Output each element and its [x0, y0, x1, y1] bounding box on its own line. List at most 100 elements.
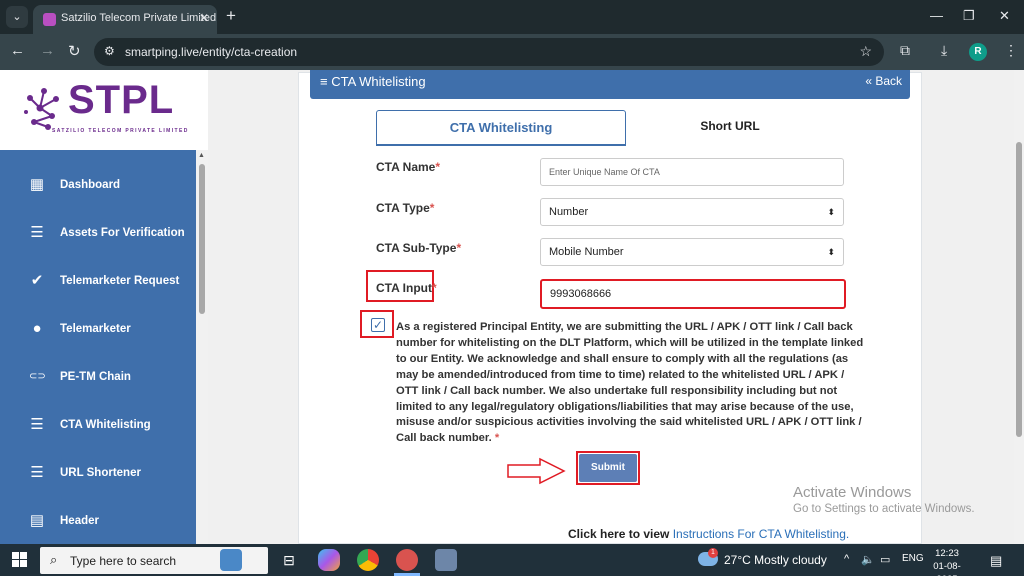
dashboard-icon: ▦	[29, 176, 45, 193]
sidebar-item-label: Telemarketer Request	[60, 275, 180, 287]
extensions-icon[interactable]: ⧉	[900, 42, 910, 59]
activate-windows-subtitle: Go to Settings to activate Windows.	[793, 503, 975, 515]
sidebar-item-cta-whitelisting[interactable]: ☰ CTA Whitelisting	[0, 402, 196, 450]
url-text[interactable]: smartping.live/entity/cta-creation	[125, 45, 297, 59]
tab-strip: CTA Whitelisting Short URL	[376, 110, 844, 146]
profile-avatar[interactable]: R	[969, 43, 987, 61]
clock[interactable]: 12:23 01-08-2025	[928, 547, 966, 576]
task-view-icon[interactable]: ⊟	[278, 549, 300, 571]
web-page: STPL SATZILIO TELECOM PRIVATE LIMITED ▦ …	[0, 70, 1024, 544]
site-info-icon[interactable]: ⚙	[104, 44, 115, 58]
cta-subtype-value: Mobile Number	[549, 246, 624, 258]
cta-input-label: CTA Input*	[376, 281, 437, 295]
weather-badge: 1	[708, 548, 718, 558]
select-arrows-icon: ⬍	[827, 247, 835, 257]
browser-tab[interactable]: Satzilio Telecom Private Limited ✕	[33, 5, 217, 34]
cta-name-input[interactable]: Enter Unique Name Of CTA	[540, 158, 844, 186]
sidebar-item-telemarketer-request[interactable]: ✔ Telemarketer Request	[0, 258, 196, 306]
cta-type-label: CTA Type*	[376, 201, 435, 215]
sidebar-item-pe-tm-chain[interactable]: ⊂⊃ PE-TM Chain	[0, 354, 196, 402]
back-button[interactable]: « Back	[865, 74, 902, 88]
search-placeholder: Type here to search	[70, 554, 177, 568]
language-indicator[interactable]: ENG	[902, 553, 924, 564]
sidebar: ▦ Dashboard ☰ Assets For Verification ✔ …	[0, 150, 196, 544]
tab-short-url[interactable]: Short URL	[626, 110, 834, 146]
clock-date: 01-08-2025	[933, 561, 961, 576]
logo[interactable]: STPL SATZILIO TELECOM PRIVATE LIMITED	[0, 70, 208, 150]
sidebar-item-label: PE-TM Chain	[60, 371, 131, 383]
cta-type-select[interactable]: Number ⬍	[540, 198, 844, 226]
sidebar-scroll-thumb[interactable]	[199, 164, 205, 314]
sidebar-item-header[interactable]: ▤ Header	[0, 498, 196, 544]
page-scroll-thumb[interactable]	[1016, 142, 1022, 437]
paint-icon[interactable]	[435, 549, 457, 571]
address-bar[interactable]: ⚙ smartping.live/entity/cta-creation ☆	[94, 38, 884, 66]
cta-input-field[interactable]: 9993068666	[540, 279, 846, 309]
tab-title: Satzilio Telecom Private Limited	[61, 12, 217, 24]
chrome-icon[interactable]	[357, 549, 379, 571]
scroll-up-icon[interactable]: ▲	[198, 152, 205, 159]
sidebar-item-telemarketer[interactable]: ● Telemarketer	[0, 306, 196, 354]
sidebar-item-url-shortener[interactable]: ☰ URL Shortener	[0, 450, 196, 498]
clock-time: 12:23	[935, 548, 959, 559]
bookmark-star-icon[interactable]: ☆	[859, 43, 872, 60]
card-header: ≡ CTA Whitelisting « Back	[310, 70, 910, 99]
chevron-up-icon[interactable]: ^	[844, 553, 849, 565]
page-scrollbar[interactable]	[1014, 70, 1024, 544]
close-window-button[interactable]: ✕	[999, 8, 1010, 24]
sidebar-item-label: Assets For Verification	[60, 227, 185, 239]
cta-subtype-select[interactable]: Mobile Number ⬍	[540, 238, 844, 266]
clipboard-check-icon: ✔	[30, 272, 44, 289]
card-header-title: ≡ CTA Whitelisting	[320, 74, 426, 89]
declaration-text: As a registered Principal Entity, we are…	[396, 321, 864, 445]
submit-button[interactable]: Submit	[579, 454, 637, 482]
declaration-checkbox[interactable]: ✓	[371, 318, 385, 332]
cta-subtype-label: CTA Sub-Type*	[376, 241, 462, 255]
new-tab-button[interactable]: +	[226, 6, 236, 26]
tab-close-icon[interactable]: ✕	[199, 11, 209, 25]
list-icon: ☰	[30, 464, 44, 481]
minimize-button[interactable]: —	[930, 8, 943, 23]
browser-tab-bar: ⌄ Satzilio Telecom Private Limited ✕ + —…	[0, 0, 1024, 34]
sidebar-item-dashboard[interactable]: ▦ Dashboard	[0, 162, 196, 210]
sidebar-item-label: Telemarketer	[60, 323, 131, 335]
sidebar-item-label: CTA Whitelisting	[60, 419, 151, 431]
back-arrow-icon[interactable]: ←	[10, 42, 25, 59]
maximize-button[interactable]: ❐	[963, 8, 975, 24]
forward-arrow-icon[interactable]: →	[40, 42, 55, 59]
browser-toolbar: ← → ↻ ⚙ smartping.live/entity/cta-creati…	[0, 34, 1024, 70]
download-icon[interactable]: ⤓	[941, 42, 947, 59]
copilot-icon[interactable]	[318, 549, 340, 571]
annotation-arrow-icon	[507, 457, 566, 485]
tab-search-button[interactable]: ⌄	[6, 6, 28, 28]
logo-subtitle: SATZILIO TELECOM PRIVATE LIMITED	[52, 128, 189, 134]
network-icon[interactable]: ▭	[880, 553, 890, 566]
windows-start-icon[interactable]	[12, 552, 27, 567]
browser-menu-icon[interactable]: ⋮	[1004, 42, 1018, 59]
weather-text[interactable]: 27°C Mostly cloudy	[724, 553, 827, 567]
logo-text: STPL	[68, 78, 175, 122]
sidebar-item-label: Header	[60, 515, 99, 527]
link-icon: ⊂⊃	[29, 371, 46, 382]
menu-icon: ≡	[320, 74, 328, 89]
instructions-line: Click here to view Instructions For CTA …	[568, 527, 850, 541]
cta-type-value: Number	[549, 206, 589, 218]
tab-cta-whitelisting[interactable]: CTA Whitelisting	[376, 110, 626, 146]
activate-windows-title: Activate Windows	[793, 484, 912, 501]
notification-icon[interactable]: ▤	[990, 553, 1002, 569]
logo-mark-icon	[24, 88, 59, 130]
list-icon: ☰	[30, 224, 44, 241]
user-icon: ●	[32, 320, 42, 337]
list-icon: ☰	[30, 416, 44, 433]
sidebar-item-assets-for-verification[interactable]: ☰ Assets For Verification	[0, 210, 196, 258]
speaker-icon[interactable]: 🔈	[861, 553, 875, 566]
select-arrows-icon: ⬍	[827, 207, 835, 217]
search-illustration-icon	[220, 549, 242, 571]
reload-icon[interactable]: ↻	[68, 42, 81, 60]
sidebar-scrollbar[interactable]: ▲	[196, 150, 208, 544]
instructions-link[interactable]: Instructions For CTA Whitelisting.	[673, 527, 850, 541]
windows-taskbar: ⌕ Type here to search ⊟ 1 27°C Mostly cl…	[0, 544, 1024, 576]
chrome-profile-icon[interactable]	[396, 549, 418, 571]
search-icon: ⌕	[50, 552, 58, 567]
sidebar-item-label: URL Shortener	[60, 467, 141, 479]
